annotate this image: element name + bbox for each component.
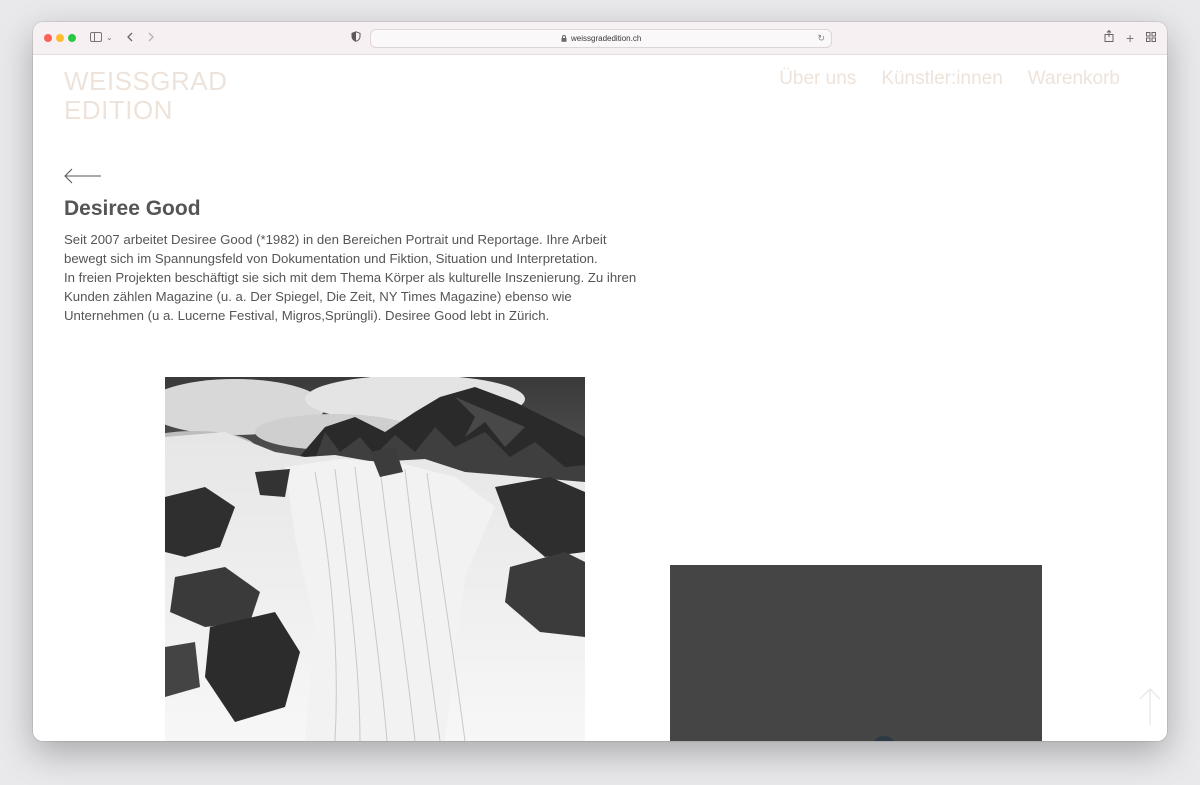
- minimize-window-button[interactable]: [56, 34, 64, 42]
- forward-icon[interactable]: [147, 29, 155, 47]
- browser-window: ⌄ weissgradedition.ch ↻ + WEISSGRAD EDIT: [33, 22, 1167, 741]
- share-icon[interactable]: [1104, 29, 1114, 47]
- url-text: weissgradedition.ch: [571, 34, 642, 43]
- tab-overview-icon[interactable]: [1146, 29, 1156, 47]
- logo-line-2: EDITION: [64, 95, 173, 125]
- reload-icon[interactable]: ↻: [817, 30, 825, 47]
- new-tab-icon[interactable]: +: [1126, 29, 1134, 47]
- privacy-shield-icon[interactable]: [351, 29, 361, 47]
- artwork-image-glacier[interactable]: [165, 377, 585, 741]
- back-arrow-icon[interactable]: [64, 168, 102, 184]
- chevron-down-icon[interactable]: ⌄: [106, 29, 113, 47]
- nav-link-kuenstlerinnen[interactable]: Künstler:innen: [881, 67, 1002, 91]
- site-logo[interactable]: WEISSGRAD EDITION: [64, 67, 227, 125]
- artist-bio: Seit 2007 arbeitet Desiree Good (*1982) …: [64, 230, 644, 325]
- back-icon[interactable]: [126, 29, 134, 47]
- nav-link-ueber-uns[interactable]: Über uns: [779, 67, 856, 91]
- logo-line-1: WEISSGRAD: [64, 66, 228, 96]
- close-window-button[interactable]: [44, 34, 52, 42]
- sidebar-icon[interactable]: [90, 29, 102, 47]
- bio-paragraph: In freien Projekten beschäftigt sie sich…: [64, 270, 637, 323]
- bio-paragraph: Seit 2007 arbeitet Desiree Good (*1982) …: [64, 232, 607, 266]
- lock-icon: [561, 30, 567, 47]
- nav-link-warenkorb[interactable]: Warenkorb: [1028, 67, 1120, 91]
- main-nav: Über uns Künstler:innen Warenkorb: [779, 67, 1120, 91]
- artwork-image-dark[interactable]: [670, 565, 1042, 741]
- scroll-to-top-icon[interactable]: [1138, 687, 1162, 727]
- artist-name: Desiree Good: [64, 197, 201, 220]
- address-bar[interactable]: weissgradedition.ch ↻: [370, 29, 832, 48]
- web-page: WEISSGRAD EDITION Über uns Künstler:inne…: [33, 55, 1167, 741]
- browser-toolbar: ⌄ weissgradedition.ch ↻ +: [33, 22, 1167, 55]
- zoom-window-button[interactable]: [68, 34, 76, 42]
